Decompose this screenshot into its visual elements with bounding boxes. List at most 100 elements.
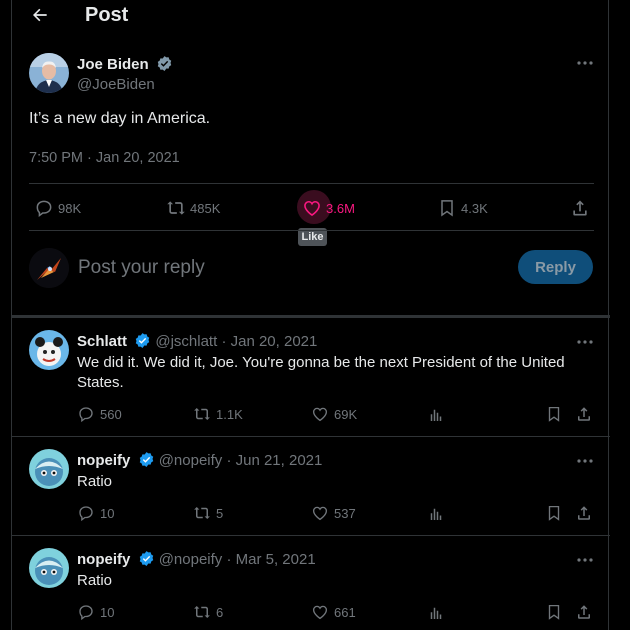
repost-icon <box>167 201 185 215</box>
verified-badge-icon <box>139 551 153 566</box>
reply-avatar[interactable] <box>29 330 69 370</box>
page-header: Post <box>12 0 610 30</box>
share-icon <box>578 605 590 619</box>
reply-action[interactable]: 10 <box>77 504 114 522</box>
more-options-icon[interactable] <box>575 451 595 471</box>
views-action[interactable] <box>427 505 445 523</box>
share-action[interactable] <box>575 603 593 621</box>
more-options-icon[interactable] <box>575 550 595 570</box>
like-count: 69K <box>334 406 358 422</box>
reply-input[interactable] <box>78 255 498 281</box>
reply-avatar[interactable] <box>29 449 69 489</box>
reply-count: 10 <box>100 505 115 521</box>
reply-icon <box>79 506 93 522</box>
reply-author-name[interactable]: Schlatt <box>77 333 127 350</box>
analytics-icon <box>430 508 442 520</box>
like-action[interactable]: 661 <box>311 603 356 621</box>
repost-action[interactable]: 1.1K <box>193 405 243 423</box>
reply-avatar[interactable] <box>29 548 69 588</box>
reply-count: 10 <box>100 604 115 620</box>
repost-count: 485K <box>190 200 221 216</box>
views-action[interactable] <box>427 604 445 622</box>
reply-meta[interactable]: @jschlatt · Jan 20, 2021 <box>155 333 317 350</box>
like-count: 537 <box>334 505 356 521</box>
divider <box>12 436 610 437</box>
like-action[interactable]: 69K <box>311 405 357 423</box>
divider <box>29 183 594 184</box>
repost-action[interactable]: 485K <box>166 196 220 220</box>
repost-icon <box>194 606 210 618</box>
share-action[interactable] <box>575 405 593 423</box>
repost-count: 6 <box>216 604 224 620</box>
heart-icon <box>312 407 328 422</box>
author-name[interactable]: Joe Biden <box>77 55 173 73</box>
bookmark-action[interactable] <box>545 504 563 522</box>
bookmark-icon <box>548 604 560 620</box>
reply-icon <box>79 605 93 621</box>
analytics-icon <box>430 607 442 619</box>
reply-count: 98K <box>58 200 82 216</box>
bookmark-action[interactable] <box>545 405 563 423</box>
bookmark-action[interactable]: 4.3K <box>437 196 488 220</box>
reply-action[interactable]: 10 <box>77 603 114 621</box>
reply-text: We did it. We did it, Joe. You're gonna … <box>77 354 565 391</box>
reply-author-name[interactable]: nopeify <box>77 551 130 568</box>
author-name-text[interactable]: Joe Biden <box>77 56 149 73</box>
author-handle[interactable]: @JoeBiden <box>77 76 155 93</box>
share-action[interactable] <box>575 504 593 522</box>
more-options-icon[interactable] <box>575 53 595 73</box>
verified-badge-icon <box>139 452 153 467</box>
back-arrow-icon[interactable] <box>30 5 50 25</box>
like-action[interactable]: 537 <box>311 504 356 522</box>
like-action[interactable]: 3.6M <box>302 196 355 220</box>
repost-count: 1.1K <box>216 406 243 422</box>
bookmark-action[interactable] <box>545 603 563 621</box>
divider <box>12 535 610 536</box>
reply-icon <box>36 200 52 217</box>
post-timestamp[interactable]: 7:50 PM · Jan 20, 2021 <box>29 150 180 166</box>
reply-meta[interactable]: @nopeify · Mar 5, 2021 <box>159 551 316 568</box>
bookmark-count: 4.3K <box>461 200 488 216</box>
share-icon <box>578 506 590 520</box>
reply-submit-button[interactable]: Reply <box>518 250 593 284</box>
bookmark-icon <box>548 505 560 521</box>
current-user-avatar[interactable] <box>29 248 69 288</box>
section-divider <box>12 315 610 318</box>
reply-text: Ratio <box>77 572 113 589</box>
reply-header: nopeify @nopeify · Jun 21, 2021 <box>77 451 322 469</box>
repost-count: 5 <box>216 505 224 521</box>
verified-badge-icon <box>135 333 150 348</box>
like-count: 3.6M <box>326 200 355 216</box>
page-title: Post <box>85 4 129 26</box>
analytics-icon <box>430 409 442 421</box>
verified-badge-icon <box>157 56 172 71</box>
divider <box>29 230 594 231</box>
repost-icon <box>194 408 210 420</box>
post-text: It’s a new day in America. <box>29 110 211 127</box>
repost-icon <box>194 507 210 519</box>
reply-action[interactable]: 98K <box>34 196 81 220</box>
reply-count: 560 <box>100 406 122 422</box>
heart-icon <box>304 200 320 217</box>
bookmark-icon <box>548 406 560 422</box>
more-options-icon[interactable] <box>575 332 595 352</box>
views-action[interactable] <box>427 406 445 424</box>
share-icon <box>573 200 587 216</box>
share-icon <box>578 407 590 421</box>
like-count: 661 <box>334 604 356 620</box>
heart-icon <box>312 605 328 620</box>
repost-action[interactable]: 6 <box>193 603 223 621</box>
reply-icon <box>79 407 93 423</box>
heart-icon <box>312 506 328 521</box>
reply-header: nopeify @nopeify · Mar 5, 2021 <box>77 550 316 568</box>
post-column: Post Joe Biden @JoeBiden It’s a new day … <box>11 0 610 630</box>
reply-header: Schlatt @jschlatt · Jan 20, 2021 <box>77 332 317 350</box>
author-avatar[interactable] <box>29 53 69 93</box>
repost-action[interactable]: 5 <box>193 504 223 522</box>
reply-text: Ratio <box>77 473 113 490</box>
reply-meta[interactable]: @nopeify · Jun 21, 2021 <box>159 452 323 469</box>
share-action[interactable] <box>570 196 590 220</box>
reply-author-name[interactable]: nopeify <box>77 452 130 469</box>
reply-action[interactable]: 560 <box>77 405 122 423</box>
bookmark-icon <box>441 200 453 217</box>
